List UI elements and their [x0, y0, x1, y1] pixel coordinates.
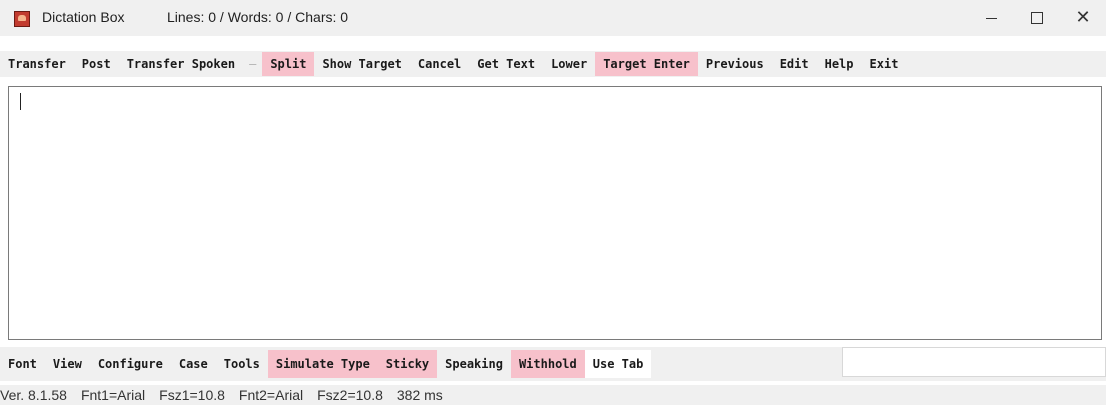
top-edit-button[interactable]: Edit	[772, 52, 817, 76]
bottom-configure-button[interactable]: Configure	[90, 350, 171, 378]
top-lower-button[interactable]: Lower	[543, 52, 595, 76]
dictation-text-area[interactable]	[8, 86, 1102, 340]
top-cancel-button[interactable]: Cancel	[410, 52, 469, 76]
top-show-target-button[interactable]: Show Target	[314, 52, 409, 76]
title-bar: Dictation Box Lines: 0 / Words: 0 / Char…	[0, 0, 1106, 36]
top-target-enter-button[interactable]: Target Enter	[595, 52, 698, 76]
text-stats: Lines: 0 / Words: 0 / Chars: 0	[167, 9, 349, 25]
top-toolbar: Transfer Post Transfer Spoken — Split Show Ta…	[0, 51, 906, 77]
top-exit-button[interactable]: Exit	[862, 52, 907, 76]
window-title: Dictation Box	[42, 9, 125, 25]
bottom-simulate-type-button[interactable]: Simulate Type	[267, 350, 378, 378]
top-split-button[interactable]: Split	[262, 52, 315, 76]
close-icon: ✕	[1075, 7, 1091, 28]
bottom-sticky-button[interactable]: Sticky	[377, 350, 438, 378]
bottom-case-button[interactable]: Case	[171, 350, 216, 378]
top-transfer-spoken-button[interactable]: Transfer Spoken	[119, 52, 243, 76]
status-fontsize1: Fsz1=10.8	[159, 387, 225, 403]
status-bar: Ver. 8.1.58 Fnt1=Arial Fsz1=10.8 Fnt2=Ar…	[0, 385, 1106, 405]
bottom-tools-button[interactable]: Tools	[216, 350, 268, 378]
status-timing: 382 ms	[396, 387, 443, 403]
minimize-icon	[985, 17, 997, 19]
top-post-button[interactable]: Post	[74, 52, 119, 76]
minimize-button[interactable]	[968, 0, 1014, 36]
status-fontsize2: Fsz2=10.8	[317, 387, 383, 403]
top-get-text-button[interactable]: Get Text	[469, 52, 543, 76]
bottom-use-tab-button[interactable]: Use Tab	[584, 350, 652, 378]
command-input[interactable]	[842, 347, 1106, 377]
bottom-font-button[interactable]: Font	[0, 350, 45, 378]
bottom-view-button[interactable]: View	[45, 350, 90, 378]
top-previous-button[interactable]: Previous	[698, 52, 772, 76]
app-icon	[14, 11, 30, 27]
bottom-toolbar: Font View Configure Case Tools Simulate Type S…	[0, 350, 652, 378]
bottom-withhold-button[interactable]: Withhold	[510, 350, 585, 378]
text-caret	[20, 93, 21, 110]
top-help-button[interactable]: Help	[817, 52, 862, 76]
status-version: Ver. 8.1.58	[0, 387, 67, 403]
top-separator: —	[249, 57, 257, 71]
status-font2: Fnt2=Arial	[238, 387, 304, 403]
close-button[interactable]: ✕	[1060, 0, 1106, 36]
maximize-button[interactable]	[1014, 0, 1060, 36]
top-transfer-button[interactable]: Transfer	[0, 52, 74, 76]
bottom-speaking-button[interactable]: Speaking	[437, 350, 511, 378]
status-font1: Fnt1=Arial	[80, 387, 146, 403]
maximize-icon	[1031, 12, 1043, 24]
